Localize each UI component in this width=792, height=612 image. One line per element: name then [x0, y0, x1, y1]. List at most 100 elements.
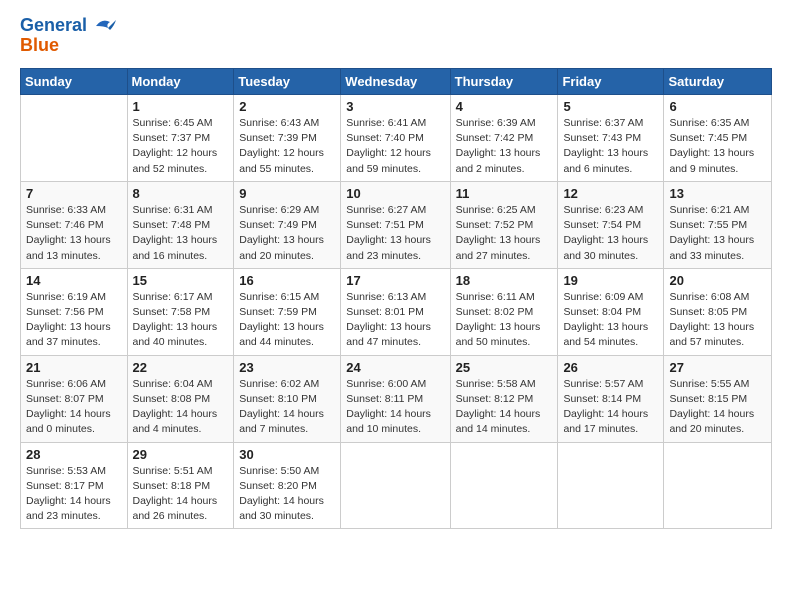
logo-bird-icon	[94, 16, 116, 36]
weekday-header-monday: Monday	[127, 69, 234, 95]
day-number: 20	[669, 273, 766, 288]
day-info: Sunrise: 5:55 AMSunset: 8:15 PMDaylight:…	[669, 377, 766, 438]
calendar-cell: 5 Sunrise: 6:37 AMSunset: 7:43 PMDaylight…	[558, 95, 664, 182]
day-info: Sunrise: 6:39 AMSunset: 7:42 PMDaylight:…	[456, 116, 553, 177]
day-info: Sunrise: 6:21 AMSunset: 7:55 PMDaylight:…	[669, 203, 766, 264]
day-number: 26	[563, 360, 658, 375]
day-number: 27	[669, 360, 766, 375]
day-number: 4	[456, 99, 553, 114]
day-info: Sunrise: 6:02 AMSunset: 8:10 PMDaylight:…	[239, 377, 335, 438]
calendar-cell: 17 Sunrise: 6:13 AMSunset: 8:01 PMDayligh…	[341, 268, 450, 355]
calendar-cell: 19Sunrise: 6:09 AMSunset: 8:04 PMDayligh…	[558, 268, 664, 355]
day-info: Sunrise: 6:29 AMSunset: 7:49 PMDaylight:…	[239, 203, 335, 264]
day-number: 12	[563, 186, 658, 201]
calendar-cell: 7 Sunrise: 6:33 AMSunset: 7:46 PMDaylight…	[21, 181, 128, 268]
calendar-cell: 28Sunrise: 5:53 AMSunset: 8:17 PMDayligh…	[21, 442, 128, 529]
day-info: Sunrise: 6:23 AMSunset: 7:54 PMDaylight:…	[563, 203, 658, 264]
day-info: Sunrise: 6:04 AMSunset: 8:08 PMDaylight:…	[133, 377, 229, 438]
day-number: 18	[456, 273, 553, 288]
day-number: 25	[456, 360, 553, 375]
day-info: Sunrise: 5:51 AMSunset: 8:18 PMDaylight:…	[133, 464, 229, 525]
day-info: Sunrise: 6:27 AMSunset: 7:51 PMDaylight:…	[346, 203, 444, 264]
weekday-header-friday: Friday	[558, 69, 664, 95]
weekday-header-sunday: Sunday	[21, 69, 128, 95]
calendar-cell: 6 Sunrise: 6:35 AMSunset: 7:45 PMDaylight…	[664, 95, 772, 182]
calendar-cell: 30Sunrise: 5:50 AMSunset: 8:20 PMDayligh…	[234, 442, 341, 529]
calendar-cell: 21 Sunrise: 6:06 AMSunset: 8:07 PMDayligh…	[21, 355, 128, 442]
day-info: Sunrise: 6:45 AMSunset: 7:37 PMDaylight:…	[133, 116, 229, 177]
calendar-cell: 22 Sunrise: 6:04 AMSunset: 8:08 PMDayligh…	[127, 355, 234, 442]
day-number: 30	[239, 447, 335, 462]
weekday-header-tuesday: Tuesday	[234, 69, 341, 95]
day-number: 14	[26, 273, 122, 288]
page: General Blue SundayMondayTuesd	[0, 0, 792, 539]
day-info: Sunrise: 6:06 AMSunset: 8:07 PMDaylight:…	[26, 377, 122, 438]
day-number: 8	[133, 186, 229, 201]
day-number: 11	[456, 186, 553, 201]
day-number: 22	[133, 360, 229, 375]
calendar-cell	[664, 442, 772, 529]
day-number: 3	[346, 99, 444, 114]
logo: General Blue	[20, 16, 116, 56]
day-info: Sunrise: 6:35 AMSunset: 7:45 PMDaylight:…	[669, 116, 766, 177]
logo-content: General Blue	[20, 16, 116, 56]
day-info: Sunrise: 6:31 AMSunset: 7:48 PMDaylight:…	[133, 203, 229, 264]
weekday-header-wednesday: Wednesday	[341, 69, 450, 95]
weekday-header-row: SundayMondayTuesdayWednesdayThursdayFrid…	[21, 69, 772, 95]
calendar-cell: 24Sunrise: 6:00 AMSunset: 8:11 PMDayligh…	[341, 355, 450, 442]
day-info: Sunrise: 5:57 AMSunset: 8:14 PMDaylight:…	[563, 377, 658, 438]
day-info: Sunrise: 6:17 AMSunset: 7:58 PMDaylight:…	[133, 290, 229, 351]
calendar-cell	[450, 442, 558, 529]
day-number: 16	[239, 273, 335, 288]
calendar-cell: 3 Sunrise: 6:41 AMSunset: 7:40 PMDaylight…	[341, 95, 450, 182]
calendar-cell: 14 Sunrise: 6:19 AMSunset: 7:56 PMDayligh…	[21, 268, 128, 355]
day-number: 1	[133, 99, 229, 114]
day-info: Sunrise: 6:41 AMSunset: 7:40 PMDaylight:…	[346, 116, 444, 177]
calendar-week-row: 21 Sunrise: 6:06 AMSunset: 8:07 PMDayligh…	[21, 355, 772, 442]
day-info: Sunrise: 6:43 AMSunset: 7:39 PMDaylight:…	[239, 116, 335, 177]
day-number: 23	[239, 360, 335, 375]
calendar-cell: 26 Sunrise: 5:57 AMSunset: 8:14 PMDayligh…	[558, 355, 664, 442]
calendar-cell	[21, 95, 128, 182]
day-info: Sunrise: 6:11 AMSunset: 8:02 PMDaylight:…	[456, 290, 553, 351]
calendar-cell: 13Sunrise: 6:21 AMSunset: 7:55 PMDayligh…	[664, 181, 772, 268]
day-info: Sunrise: 6:00 AMSunset: 8:11 PMDaylight:…	[346, 377, 444, 438]
day-info: Sunrise: 6:19 AMSunset: 7:56 PMDaylight:…	[26, 290, 122, 351]
day-info: Sunrise: 6:15 AMSunset: 7:59 PMDaylight:…	[239, 290, 335, 351]
weekday-header-thursday: Thursday	[450, 69, 558, 95]
day-info: Sunrise: 6:25 AMSunset: 7:52 PMDaylight:…	[456, 203, 553, 264]
calendar-cell: 4 Sunrise: 6:39 AMSunset: 7:42 PMDaylight…	[450, 95, 558, 182]
weekday-header-saturday: Saturday	[664, 69, 772, 95]
day-info: Sunrise: 6:33 AMSunset: 7:46 PMDaylight:…	[26, 203, 122, 264]
calendar-cell	[341, 442, 450, 529]
day-number: 28	[26, 447, 122, 462]
calendar-cell: 18 Sunrise: 6:11 AMSunset: 8:02 PMDayligh…	[450, 268, 558, 355]
day-number: 10	[346, 186, 444, 201]
calendar-week-row: 1 Sunrise: 6:45 AMSunset: 7:37 PMDaylight…	[21, 95, 772, 182]
day-number: 5	[563, 99, 658, 114]
calendar-week-row: 28Sunrise: 5:53 AMSunset: 8:17 PMDayligh…	[21, 442, 772, 529]
day-info: Sunrise: 6:09 AMSunset: 8:04 PMDaylight:…	[563, 290, 658, 351]
calendar-cell: 29Sunrise: 5:51 AMSunset: 8:18 PMDayligh…	[127, 442, 234, 529]
day-number: 21	[26, 360, 122, 375]
header: General Blue	[20, 16, 772, 56]
calendar-cell: 8 Sunrise: 6:31 AMSunset: 7:48 PMDaylight…	[127, 181, 234, 268]
calendar-cell: 10 Sunrise: 6:27 AMSunset: 7:51 PMDayligh…	[341, 181, 450, 268]
day-number: 17	[346, 273, 444, 288]
day-number: 9	[239, 186, 335, 201]
logo-blue: Blue	[20, 36, 116, 56]
calendar-cell: 25Sunrise: 5:58 AMSunset: 8:12 PMDayligh…	[450, 355, 558, 442]
day-number: 15	[133, 273, 229, 288]
calendar-cell: 16 Sunrise: 6:15 AMSunset: 7:59 PMDayligh…	[234, 268, 341, 355]
calendar-cell: 27 Sunrise: 5:55 AMSunset: 8:15 PMDayligh…	[664, 355, 772, 442]
day-number: 6	[669, 99, 766, 114]
calendar-cell: 11 Sunrise: 6:25 AMSunset: 7:52 PMDayligh…	[450, 181, 558, 268]
calendar-cell: 9 Sunrise: 6:29 AMSunset: 7:49 PMDaylight…	[234, 181, 341, 268]
calendar-week-row: 14 Sunrise: 6:19 AMSunset: 7:56 PMDayligh…	[21, 268, 772, 355]
day-number: 7	[26, 186, 122, 201]
day-number: 2	[239, 99, 335, 114]
day-info: Sunrise: 6:13 AMSunset: 8:01 PMDaylight:…	[346, 290, 444, 351]
logo-general: General	[20, 15, 87, 35]
day-info: Sunrise: 6:37 AMSunset: 7:43 PMDaylight:…	[563, 116, 658, 177]
calendar-cell: 2 Sunrise: 6:43 AMSunset: 7:39 PMDaylight…	[234, 95, 341, 182]
